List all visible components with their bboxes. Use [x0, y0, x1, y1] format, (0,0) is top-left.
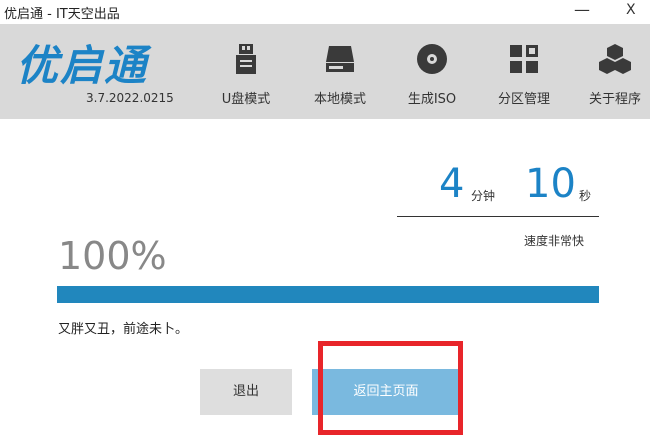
return-home-button[interactable]: 返回主页面 — [312, 369, 460, 415]
remaining-time: 4 分钟 10 秒 — [397, 160, 599, 217]
minimize-button[interactable]: — — [574, 0, 590, 19]
nav-partition-manager[interactable]: 分区管理 — [489, 24, 559, 119]
usb-drive-icon — [236, 44, 256, 74]
nav-label: 本地模式 — [313, 92, 366, 107]
nav-label: 生成ISO — [407, 92, 457, 107]
nav-label: 关于程序 — [588, 92, 641, 107]
header-bar: 优启通 3.7.2022.0215 U盘模式 本地模式 生成ISO 分区管理 关… — [0, 24, 650, 119]
minutes-value: 4 — [439, 161, 465, 207]
app-logo: 优启通 — [16, 41, 149, 90]
status-message: 又胖又丑，前途未卜。 — [58, 322, 189, 337]
disc-icon — [417, 44, 447, 74]
seconds-value: 10 — [525, 161, 576, 207]
speed-label: 速度非常快 — [524, 234, 585, 248]
partition-grid-icon — [510, 45, 538, 73]
title-bar: 优启通 - IT天空出品 — X — [0, 0, 650, 24]
nav-label: U盘模式 — [221, 92, 271, 107]
nav-build-iso[interactable]: 生成ISO — [397, 24, 467, 119]
nav-usb-mode[interactable]: U盘模式 — [211, 24, 281, 119]
nav-about[interactable]: 关于程序 — [580, 24, 650, 119]
exit-button[interactable]: 退出 — [200, 369, 292, 415]
minutes-unit: 分钟 — [471, 189, 496, 203]
hard-drive-icon — [326, 46, 354, 72]
seconds-unit: 秒 — [579, 189, 592, 203]
window-title: 优启通 - IT天空出品 — [4, 7, 120, 22]
nav-label: 分区管理 — [497, 92, 550, 107]
nav-local-mode[interactable]: 本地模式 — [305, 24, 375, 119]
progress-bar — [57, 286, 599, 303]
close-button[interactable]: X — [626, 2, 636, 18]
progress-fill — [57, 286, 599, 303]
version-label: 3.7.2022.0215 — [86, 91, 174, 105]
about-cubes-icon — [599, 44, 631, 74]
progress-percent: 100% — [58, 234, 167, 278]
